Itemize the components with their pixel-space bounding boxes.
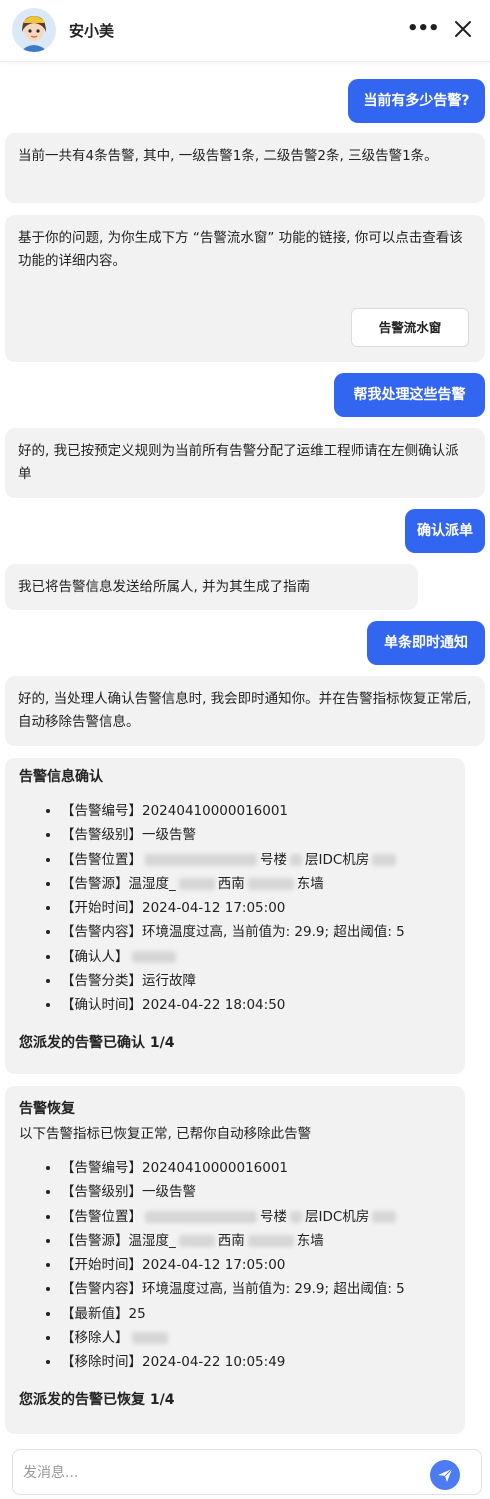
redacted-text xyxy=(145,1210,257,1223)
alarm-source: 【告警源】温湿度_ 西南 东墙 xyxy=(61,872,451,896)
loc-part: 层IDC机房 xyxy=(305,851,370,868)
redacted-text xyxy=(290,1210,302,1223)
send-icon[interactable] xyxy=(430,1460,460,1490)
user-message: 帮我处理这些告警 xyxy=(334,373,485,417)
alarm-remover-label: 【移除人】 xyxy=(61,1330,129,1347)
redacted-text xyxy=(178,877,215,890)
bot-message: 当前一共有4条告警, 其中, 一级告警1条, 二级告警2条, 三级告警1条。 xyxy=(5,133,485,203)
alarm-source-label: 【告警源】温湿度_ xyxy=(61,1232,176,1249)
redacted-text xyxy=(247,877,294,890)
alarm-category: 【告警分类】运行故障 xyxy=(61,969,451,993)
alarm-id: 【告警编号】20240410000016001 xyxy=(61,1156,451,1180)
alarm-location-label: 【告警位置】 xyxy=(61,851,142,868)
user-message: 单条即时通知 xyxy=(367,621,485,665)
alarm-start-time: 【开始时间】2024-04-12 17:05:00 xyxy=(61,896,451,920)
alarm-detail-list: 【告警编号】20240410000016001 【告警级别】一级告警 【告警位置… xyxy=(19,799,451,1018)
more-horizontal-icon[interactable]: ••• xyxy=(407,16,440,44)
alarm-recover-card: 告警恢复 以下告警指标已恢复正常, 已帮你自动移除此告警 【告警编号】20240… xyxy=(5,1086,465,1434)
redacted-text xyxy=(145,853,257,866)
alarm-id: 【告警编号】20240410000016001 xyxy=(61,799,451,823)
alarm-source: 【告警源】温湿度_ 西南 东墙 xyxy=(61,1229,451,1253)
alarm-level: 【告警级别】一级告警 xyxy=(61,1180,451,1204)
redacted-text xyxy=(131,1332,168,1345)
card-footer: 您派发的告警已确认 1/4 xyxy=(19,1034,175,1051)
alarm-latest-value: 【最新值】25 xyxy=(61,1302,451,1326)
bot-message: 好的, 当处理人确认告警信息时, 我会即时通知你。并在告警指标恢复正常后, 自动… xyxy=(5,676,485,746)
alarm-source-label: 【告警源】温湿度_ xyxy=(61,875,176,892)
loc-part: 层IDC机房 xyxy=(305,1208,370,1225)
card-title: 告警恢复 xyxy=(19,1101,75,1117)
bot-message: 我已将告警信息发送给所属人, 并为其生成了指南 xyxy=(5,564,418,610)
alarm-location: 【告警位置】 号楼 层IDC机房 xyxy=(61,1205,451,1229)
alarm-confirmer-label: 【确认人】 xyxy=(61,948,129,965)
alarm-location-label: 【告警位置】 xyxy=(61,1208,142,1225)
redacted-text xyxy=(131,950,176,963)
redacted-text xyxy=(372,1210,397,1223)
loc-part: 号楼 xyxy=(260,1208,287,1225)
alarm-remover: 【移除人】 xyxy=(61,1326,451,1350)
redacted-text xyxy=(178,1234,215,1247)
redacted-text xyxy=(372,853,397,866)
user-message: 当前有多少告警? xyxy=(348,79,485,123)
card-footer: 您派发的告警已恢复 1/4 xyxy=(19,1391,175,1408)
user-message: 确认派单 xyxy=(405,509,485,553)
close-icon[interactable] xyxy=(449,15,477,43)
src-part: 西南 xyxy=(217,875,245,892)
src-part: 东墙 xyxy=(296,875,324,892)
alarm-level: 【告警级别】一级告警 xyxy=(61,823,451,847)
message-input-bar xyxy=(12,1449,482,1495)
bot-message-text: 基于你的问题, 为你生成下方 “告警流水窗” 功能的链接, 你可以点击查看该功能… xyxy=(18,230,463,269)
alarm-content: 【告警内容】环境温度过高, 当前值为: 29.9; 超出阈值: 5 xyxy=(61,1277,451,1301)
src-part: 西南 xyxy=(217,1232,245,1249)
loc-part: 号楼 xyxy=(260,851,287,868)
alarm-start-time: 【开始时间】2024-04-12 17:05:00 xyxy=(61,1253,451,1277)
bot-avatar xyxy=(12,8,56,52)
card-subtitle: 以下告警指标已恢复正常, 已帮你自动移除此告警 xyxy=(19,1126,312,1142)
alarm-confirm-time: 【确认时间】2024-04-22 18:04:50 xyxy=(61,993,451,1017)
redacted-text xyxy=(247,1234,294,1247)
redacted-text xyxy=(290,853,302,866)
alarm-location: 【告警位置】 号楼 层IDC机房 xyxy=(61,848,451,872)
card-title: 告警信息确认 xyxy=(19,769,103,785)
src-part: 东墙 xyxy=(296,1232,324,1249)
alarm-content: 【告警内容】环境温度过高, 当前值为: 29.9; 超出阈值: 5 xyxy=(61,920,451,944)
alarm-confirmer: 【确认人】 xyxy=(61,945,451,969)
chat-header: 安小美 ••• xyxy=(0,0,490,62)
alarm-remove-time: 【移除时间】2024-04-22 10:05:49 xyxy=(61,1350,451,1374)
alarm-confirm-card: 告警信息确认 【告警编号】20240410000016001 【告警级别】一级告… xyxy=(5,758,465,1074)
bot-message: 好的, 我已按预定义规则为当前所有告警分配了运维工程师请在左侧确认派单 xyxy=(5,428,485,498)
alarm-detail-list: 【告警编号】20240410000016001 【告警级别】一级告警 【告警位置… xyxy=(19,1156,451,1375)
alarm-stream-link-button[interactable]: 告警流水窗 xyxy=(351,308,469,347)
message-input[interactable] xyxy=(23,1460,423,1486)
bot-name: 安小美 xyxy=(69,22,115,40)
